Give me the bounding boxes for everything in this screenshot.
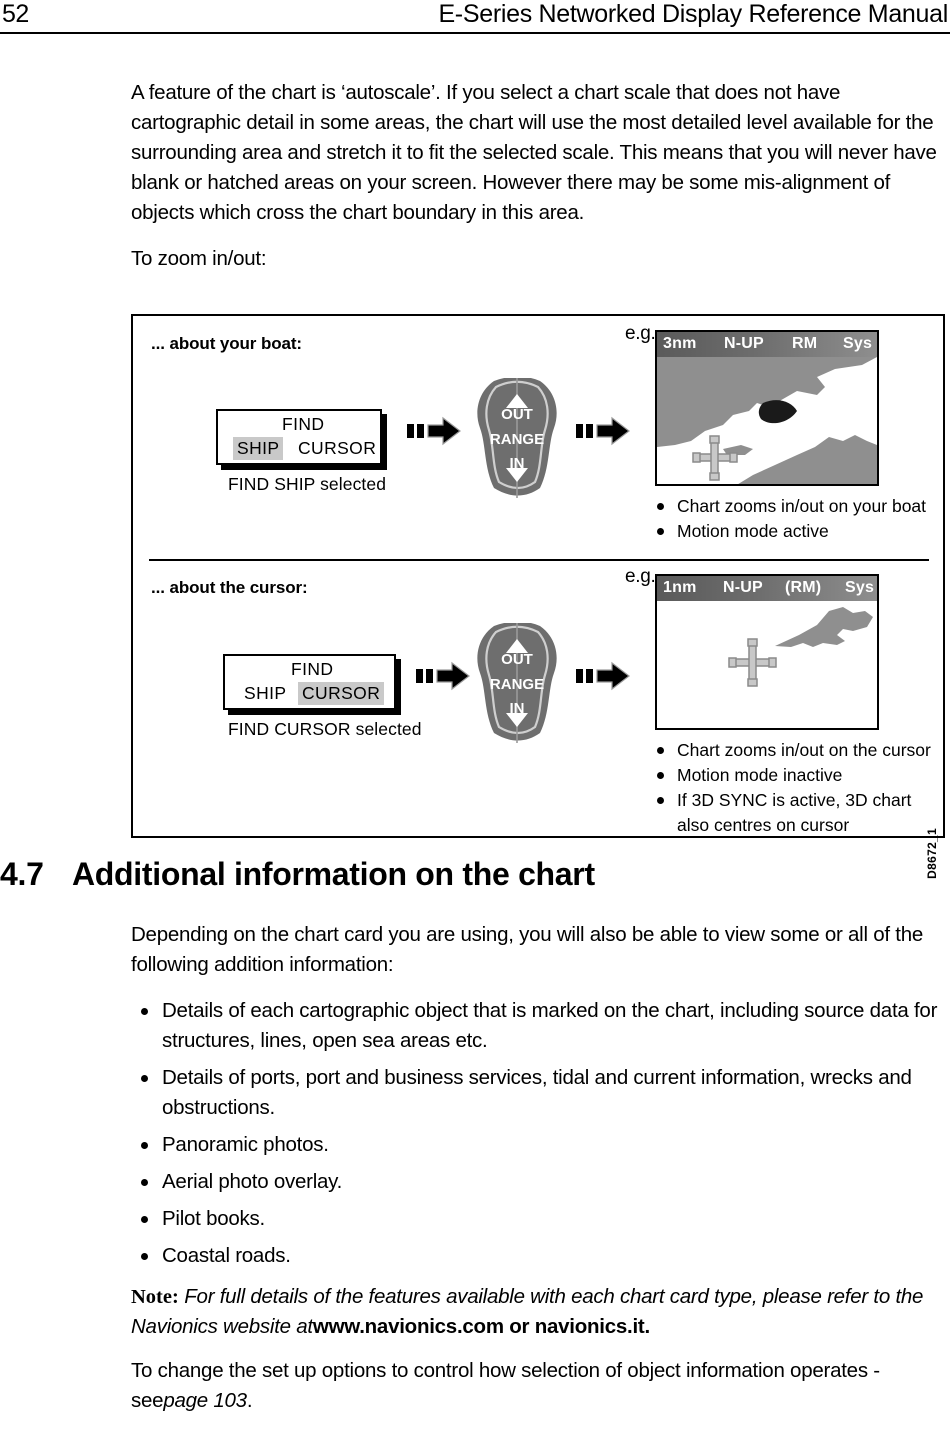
- bullet-dot: [141, 1075, 148, 1082]
- range-rocker-key-boat[interactable]: OUT RANGE IN: [470, 376, 564, 503]
- note-label: Note:: [131, 1286, 179, 1308]
- list-item: Details of each cartographic object that…: [131, 996, 950, 1056]
- bullet-item: If 3D SYNC is active, 3D chart: [655, 788, 931, 813]
- chart-range-boat: 3nm: [663, 335, 697, 352]
- header-rule: [0, 32, 950, 34]
- svg-text:RANGE: RANGE: [490, 431, 544, 448]
- find-menu-boat[interactable]: FIND SHIP CURSOR: [216, 409, 382, 465]
- chart-orientation-cursor: N-UP: [723, 579, 763, 596]
- menu-caption-cursor: FIND CURSOR selected: [228, 719, 422, 739]
- page-number: 52: [2, 0, 29, 28]
- bullet-text: Motion mode inactive: [677, 765, 843, 785]
- figure-panel-divider: [149, 559, 929, 561]
- chart-orientation-boat: N-UP: [724, 335, 764, 352]
- bullet-item-continuation: also centres on cursor: [655, 813, 931, 838]
- closing-period: .: [246, 1389, 253, 1412]
- section-title: Additional information on the chart: [72, 856, 595, 892]
- section-number: 4.7: [0, 856, 44, 892]
- list-item: Coastal roads.: [131, 1241, 950, 1271]
- running-title: E-Series Networked Display Reference Man…: [438, 0, 948, 28]
- menu-option-cursor-cursor[interactable]: CURSOR: [298, 682, 385, 705]
- chart-motion-mode-cursor: (RM): [785, 579, 822, 596]
- list-item-text: Details of each cartographic object that…: [162, 999, 938, 1052]
- chart-status-bar-boat: 3nm N-UP RM Sys: [657, 332, 877, 357]
- list-item: Panoramic photos.: [131, 1130, 950, 1160]
- menu-title-find-cursor: FIND: [291, 659, 334, 679]
- step-arrow-icon-boat-2: [576, 416, 630, 451]
- list-item: Aerial photo overlay.: [131, 1167, 950, 1197]
- find-menu-cursor[interactable]: FIND SHIP CURSOR: [223, 654, 396, 710]
- menu-title-find-boat: FIND: [282, 414, 325, 434]
- eg-label-boat: e.g.: [625, 323, 656, 344]
- svg-text:OUT: OUT: [501, 651, 533, 668]
- bullet-text: also centres on cursor: [677, 815, 850, 835]
- chart-source-cursor: Sys: [845, 579, 875, 596]
- closing-paragraph: To change the set up options to control …: [131, 1356, 950, 1416]
- page-cross-reference[interactable]: page 103: [163, 1389, 247, 1412]
- list-item: Pilot books.: [131, 1204, 950, 1234]
- svg-text:IN: IN: [510, 700, 525, 717]
- panel-heading-cursor: ... about the cursor:: [151, 578, 308, 597]
- section-content: Depending on the chart card you are usin…: [131, 920, 950, 1432]
- bullet-dot: [141, 1142, 148, 1149]
- step-arrow-icon-cursor-2: [576, 661, 630, 696]
- menu-option-ship-boat[interactable]: SHIP: [233, 437, 284, 460]
- bullet-item: Motion mode inactive: [655, 763, 931, 788]
- range-rocker-key-cursor[interactable]: OUT RANGE IN: [470, 621, 564, 748]
- section-intro: Depending on the chart card you are usin…: [131, 923, 924, 976]
- page-header: 52 E-Series Networked Display Reference …: [0, 0, 950, 34]
- svg-text:IN: IN: [510, 455, 525, 472]
- bullet-dot: [141, 1008, 148, 1015]
- bullet-dot: [657, 772, 664, 779]
- menu-option-ship-cursor[interactable]: SHIP: [240, 682, 290, 705]
- note-url: www.navionics.com or navionics.it.: [312, 1315, 650, 1338]
- chart-display-boat: 3nm N-UP RM Sys: [655, 330, 879, 486]
- step-arrow-icon-cursor: [416, 661, 470, 696]
- bullet-dot: [657, 797, 664, 804]
- bullet-item: Motion mode active: [655, 519, 926, 544]
- list-item-text: Coastal roads.: [162, 1244, 291, 1267]
- panel-heading-boat: ... about your boat:: [151, 334, 302, 353]
- eg-label-cursor: e.g.: [625, 566, 656, 587]
- menu-caption-boat: FIND SHIP selected: [228, 474, 387, 494]
- bullet-item: Chart zooms in/out on the cursor: [655, 738, 931, 763]
- bullet-dot: [141, 1179, 148, 1186]
- chart-range-cursor: 1nm: [663, 579, 697, 596]
- step-arrow-icon-boat: [407, 416, 461, 451]
- zoom-procedure-figure: ... about your boat: FIND SHIP CURSOR FI…: [131, 314, 945, 879]
- bullet-text: Chart zooms in/out on your boat: [677, 496, 927, 516]
- bullet-item: Chart zooms in/out on your boat: [655, 494, 926, 519]
- bullet-dot: [141, 1253, 148, 1260]
- list-item-text: Panoramic photos.: [162, 1133, 329, 1156]
- note-paragraph: Note: For full details of the features a…: [131, 1282, 950, 1342]
- bullet-text: Motion mode active: [677, 521, 829, 541]
- section-heading: 4.7 Additional information on the chart: [0, 856, 950, 893]
- chart-map-boat: [657, 357, 877, 484]
- chart-map-cursor: [657, 601, 877, 728]
- list-item-text: Aerial photo overlay.: [162, 1170, 343, 1193]
- bullet-list-cursor: Chart zooms in/out on the cursor Motion …: [655, 738, 931, 838]
- chart-display-cursor: 1nm N-UP (RM) Sys: [655, 574, 879, 730]
- chart-motion-mode-boat: RM: [792, 335, 818, 352]
- list-item: Details of ports, port and business serv…: [131, 1063, 950, 1123]
- svg-text:OUT: OUT: [501, 406, 533, 423]
- chart-card-feature-list: Details of each cartographic object that…: [131, 996, 950, 1271]
- list-item-text: Pilot books.: [162, 1207, 265, 1230]
- chart-status-bar-cursor: 1nm N-UP (RM) Sys: [657, 576, 877, 601]
- bullet-dot: [657, 747, 664, 754]
- list-item-text: Details of ports, port and business serv…: [162, 1066, 912, 1119]
- svg-text:RANGE: RANGE: [490, 676, 544, 693]
- intro-content: A feature of the chart is ‘autoscale’. I…: [131, 78, 950, 284]
- bullet-dot: [141, 1216, 148, 1223]
- bullet-dot: [657, 528, 664, 535]
- bullet-dot: [657, 503, 664, 510]
- menu-option-cursor-boat[interactable]: CURSOR: [294, 437, 380, 460]
- bullet-text: If 3D SYNC is active, 3D chart: [677, 790, 912, 810]
- chart-source-boat: Sys: [843, 335, 873, 352]
- bullet-list-boat: Chart zooms in/out on your boat Motion m…: [655, 494, 926, 544]
- bullet-text: Chart zooms in/out on the cursor: [677, 740, 931, 760]
- intro-paragraph: A feature of the chart is ‘autoscale’. I…: [131, 81, 937, 224]
- intro-lead-in: To zoom in/out:: [131, 247, 267, 270]
